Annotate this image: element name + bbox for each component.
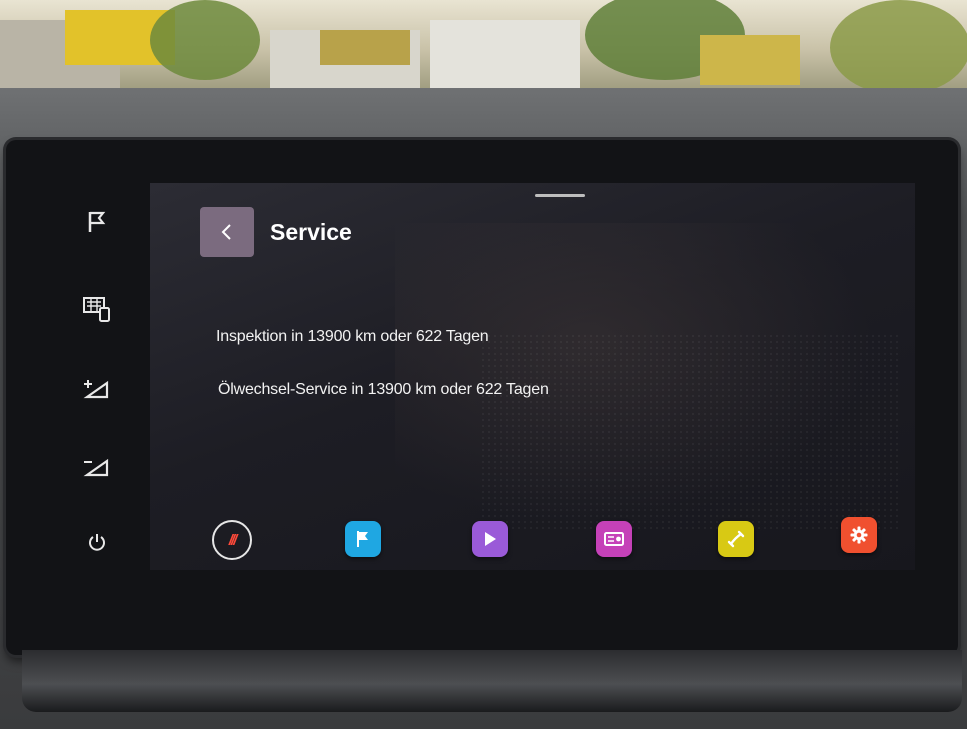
phone-icon <box>727 530 745 548</box>
dock-phone[interactable] <box>718 521 754 557</box>
screen-texture <box>480 333 900 533</box>
media-play-icon <box>485 532 496 546</box>
pull-down-handle[interactable] <box>535 194 585 197</box>
navigation-flag-icon <box>357 531 368 547</box>
dashboard-trim <box>22 650 962 712</box>
dock-media[interactable] <box>472 521 508 557</box>
radio-icon <box>604 532 624 546</box>
power-icon <box>89 534 105 551</box>
car-settings-icon <box>83 297 110 322</box>
dock-navigation[interactable] <box>345 521 381 557</box>
service-message-oil-change: Ölwechsel-Service in 13900 km oder 622 T… <box>218 381 549 398</box>
side-button-power[interactable] <box>80 525 114 559</box>
dock-radio[interactable] <box>596 521 632 557</box>
side-button-flag[interactable] <box>80 205 114 239</box>
back-button[interactable] <box>200 207 254 257</box>
volume-down-icon <box>83 458 109 477</box>
infotainment-screen: Service Inspektion in 13900 km oder 622 … <box>150 183 915 570</box>
flag-icon <box>88 211 106 232</box>
service-message-inspection: Inspektion in 13900 km oder 622 Tagen <box>216 328 489 345</box>
home-logo: /// <box>228 531 237 549</box>
page-title: Service <box>270 219 352 245</box>
dock-settings[interactable] <box>841 517 877 553</box>
volume-up-icon <box>83 380 109 399</box>
side-button-volume-down[interactable] <box>80 450 114 484</box>
home-button[interactable]: /// <box>212 520 252 560</box>
side-button-car-settings[interactable] <box>80 292 114 326</box>
chevron-left-icon <box>221 224 231 240</box>
settings-gear-icon <box>850 526 868 544</box>
side-button-volume-up[interactable] <box>80 372 114 406</box>
